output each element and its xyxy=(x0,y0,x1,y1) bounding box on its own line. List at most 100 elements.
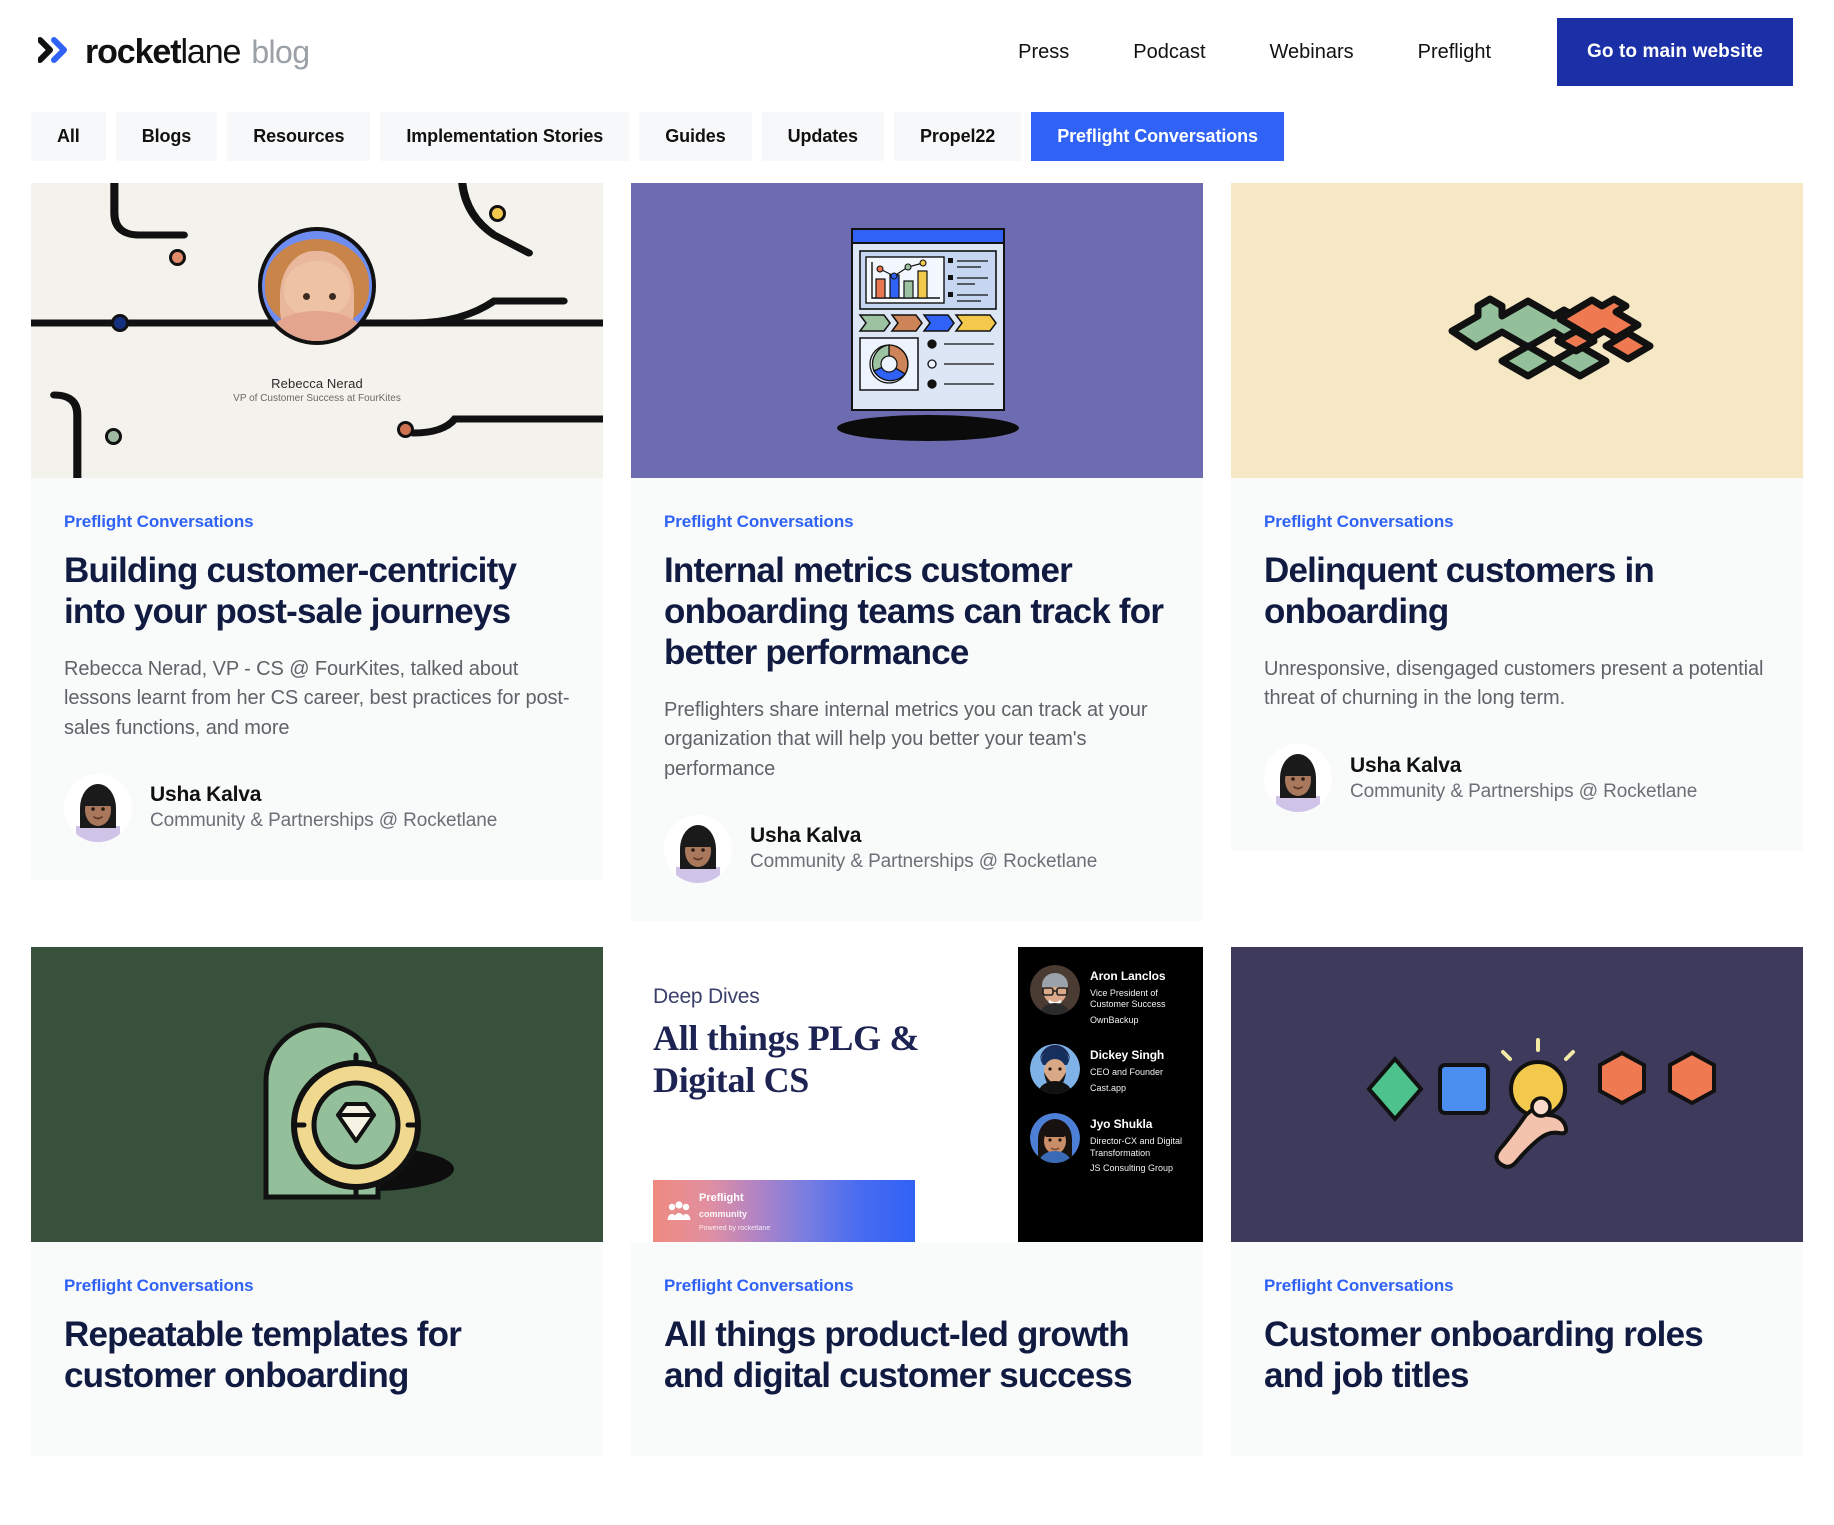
node-dot-orange-2 xyxy=(397,421,414,438)
blog-card-onboarding-roles[interactable]: Preflight Conversations Customer onboard… xyxy=(1231,946,1803,1457)
speaker-portrait-rebecca-nerad xyxy=(258,227,376,345)
card-category-label[interactable]: Preflight Conversations xyxy=(64,1276,570,1296)
author-role: Community & Partnerships @ Rocketlane xyxy=(1350,780,1698,802)
double-chevron-icon xyxy=(38,37,72,63)
speaker-org: Cast.app xyxy=(1090,1082,1127,1093)
author-name: Usha Kalva xyxy=(1350,753,1462,777)
card-category-label[interactable]: Preflight Conversations xyxy=(64,512,570,532)
speaker-row: Jyo Shukla Director-CX and Digital Trans… xyxy=(1030,1112,1193,1174)
card-image-webinar-promo: Deep Dives All things PLG & Digital CS P… xyxy=(631,946,1203,1242)
caption-speaker-name: Rebecca Nerad xyxy=(271,376,363,391)
blog-post-grid: Rebecca Nerad VP of Customer Success at … xyxy=(0,161,1834,1457)
filter-chip-guides[interactable]: Guides xyxy=(639,112,752,161)
nav-item-podcast[interactable]: Podcast xyxy=(1101,41,1237,64)
card-excerpt: Unresponsive, disengaged customers prese… xyxy=(1264,657,1764,710)
badge-line-1: Preflight xyxy=(699,1191,744,1204)
speaker-org: OwnBackup xyxy=(1090,1014,1139,1025)
node-dot-orange xyxy=(169,249,186,266)
speaker-avatar xyxy=(1030,1112,1080,1163)
author-role: Community & Partnerships @ Rocketlane xyxy=(150,810,498,832)
preflight-community-badge: Preflight community Powered by rocketlan… xyxy=(653,1179,915,1242)
card-body: Preflight Conversations Building custome… xyxy=(31,478,603,880)
webinar-left-panel: Deep Dives All things PLG & Digital CS P… xyxy=(631,947,1018,1242)
card-author: Usha Kalva Community & Partnerships @ Ro… xyxy=(1264,744,1770,813)
card-title[interactable]: All things product-led growth and digita… xyxy=(664,1315,1170,1397)
speaker-name: Jyo Shukla xyxy=(1090,1116,1153,1131)
nav-item-preflight[interactable]: Preflight xyxy=(1386,41,1523,64)
node-dot-green xyxy=(105,428,122,445)
logo-suffix: blog xyxy=(251,34,310,70)
card-image-puzzle xyxy=(1231,183,1803,478)
speaker-name: Dickey Singh xyxy=(1090,1047,1165,1062)
card-excerpt: Preflighters share internal metrics you … xyxy=(664,698,1148,780)
site-logo[interactable]: rocketlane blog xyxy=(38,33,310,71)
card-author: Usha Kalva Community & Partnerships @ Ro… xyxy=(64,773,570,842)
filter-chip-preflight-conversations[interactable]: Preflight Conversations xyxy=(1031,112,1284,161)
card-title[interactable]: Customer onboarding roles and job titles xyxy=(1264,1315,1770,1397)
card-body: Preflight Conversations All things produ… xyxy=(631,1242,1203,1457)
avatar xyxy=(64,773,132,842)
speaker-row: Dickey Singh CEO and Founder Cast.app xyxy=(1030,1043,1193,1094)
card-category-label[interactable]: Preflight Conversations xyxy=(1264,1276,1770,1296)
card-image-journey-map: Rebecca Nerad VP of Customer Success at … xyxy=(31,183,603,478)
blog-card-repeatable-templates[interactable]: Preflight Conversations Repeatable templ… xyxy=(31,946,603,1457)
main-navigation: Press Podcast Webinars Preflight Go to m… xyxy=(986,18,1834,86)
blog-card-internal-metrics[interactable]: Preflight Conversations Internal metrics… xyxy=(631,183,1203,921)
speaker-title: CEO and Founder xyxy=(1090,1066,1164,1077)
filter-chip-updates[interactable]: Updates xyxy=(761,112,884,161)
card-title[interactable]: Internal metrics customer onboarding tea… xyxy=(664,551,1170,674)
filter-chip-blogs[interactable]: Blogs xyxy=(115,112,218,161)
speaker-avatar xyxy=(1030,964,1080,1015)
card-body: Preflight Conversations Repeatable templ… xyxy=(31,1242,603,1457)
blog-card-building-customer-centricity[interactable]: Rebecca Nerad VP of Customer Success at … xyxy=(31,183,603,880)
author-name: Usha Kalva xyxy=(750,824,862,848)
caption-speaker-role: VP of Customer Success at FourKites xyxy=(233,393,401,404)
webinar-kicker: Deep Dives xyxy=(653,984,760,1008)
speaker-org: JS Consulting Group xyxy=(1090,1163,1174,1174)
speaker-title: Vice President of Customer Success xyxy=(1090,987,1166,1010)
card-body: Preflight Conversations Delinquent custo… xyxy=(1231,478,1803,850)
blog-card-delinquent-customers[interactable]: Preflight Conversations Delinquent custo… xyxy=(1231,183,1803,851)
nav-item-webinars[interactable]: Webinars xyxy=(1238,41,1386,64)
node-dot-blue xyxy=(111,314,129,332)
speaker-title: Director-CX and Digital Transformation xyxy=(1090,1135,1183,1158)
card-category-label[interactable]: Preflight Conversations xyxy=(664,1276,1170,1296)
nav-item-press[interactable]: Press xyxy=(986,41,1101,64)
logo-word-bold: rocket xyxy=(85,33,182,71)
card-author: Usha Kalva Community & Partnerships @ Ro… xyxy=(664,814,1170,883)
community-people-icon xyxy=(666,1200,692,1222)
node-dot-yellow xyxy=(489,205,506,222)
webinar-speaker-panel: Aron Lanclos Vice President of Customer … xyxy=(1018,946,1203,1242)
author-role: Community & Partnerships @ Rocketlane xyxy=(750,851,1098,873)
blog-card-all-things-plg[interactable]: Deep Dives All things PLG & Digital CS P… xyxy=(631,946,1203,1457)
card-title[interactable]: Building customer-centricity into your p… xyxy=(64,551,570,633)
badge-line-3: Powered by rocketlane xyxy=(699,1225,771,1233)
card-title[interactable]: Repeatable templates for customer onboar… xyxy=(64,1315,570,1397)
card-title[interactable]: Delinquent customers in onboarding xyxy=(1264,551,1770,633)
speaker-avatar xyxy=(1030,1043,1080,1094)
filter-chip-all[interactable]: All xyxy=(31,112,106,161)
logo-wordmark: rocketlane xyxy=(85,33,241,71)
avatar xyxy=(664,814,732,883)
filter-chip-implementation-stories[interactable]: Implementation Stories xyxy=(380,112,630,161)
webinar-headline: All things PLG & Digital CS xyxy=(653,1017,920,1101)
card-image-shapes xyxy=(1231,946,1803,1242)
speaker-name: Aron Lanclos xyxy=(1090,968,1166,983)
card-image-gem xyxy=(31,946,603,1242)
page-bottom-spacer xyxy=(0,1456,1834,1472)
category-filter-bar: All Blogs Resources Implementation Stori… xyxy=(0,104,1834,161)
card-body: Preflight Conversations Internal metrics… xyxy=(631,478,1203,921)
card-category-label[interactable]: Preflight Conversations xyxy=(664,512,1170,532)
card-category-label[interactable]: Preflight Conversations xyxy=(1264,512,1770,532)
avatar xyxy=(1264,744,1332,813)
go-to-main-website-button[interactable]: Go to main website xyxy=(1557,18,1793,86)
site-header: rocketlane blog Press Podcast Webinars P… xyxy=(0,0,1834,104)
card-image-dashboard xyxy=(631,183,1203,478)
card-image-caption: Rebecca Nerad VP of Customer Success at … xyxy=(147,376,487,404)
filter-chip-resources[interactable]: Resources xyxy=(227,112,371,161)
card-excerpt: Rebecca Nerad, VP - CS @ FourKites, talk… xyxy=(64,657,570,740)
badge-line-2: community xyxy=(699,1209,748,1220)
author-name: Usha Kalva xyxy=(150,783,262,807)
logo-word-regular: lane xyxy=(180,33,241,71)
filter-chip-propel22[interactable]: Propel22 xyxy=(893,112,1022,161)
